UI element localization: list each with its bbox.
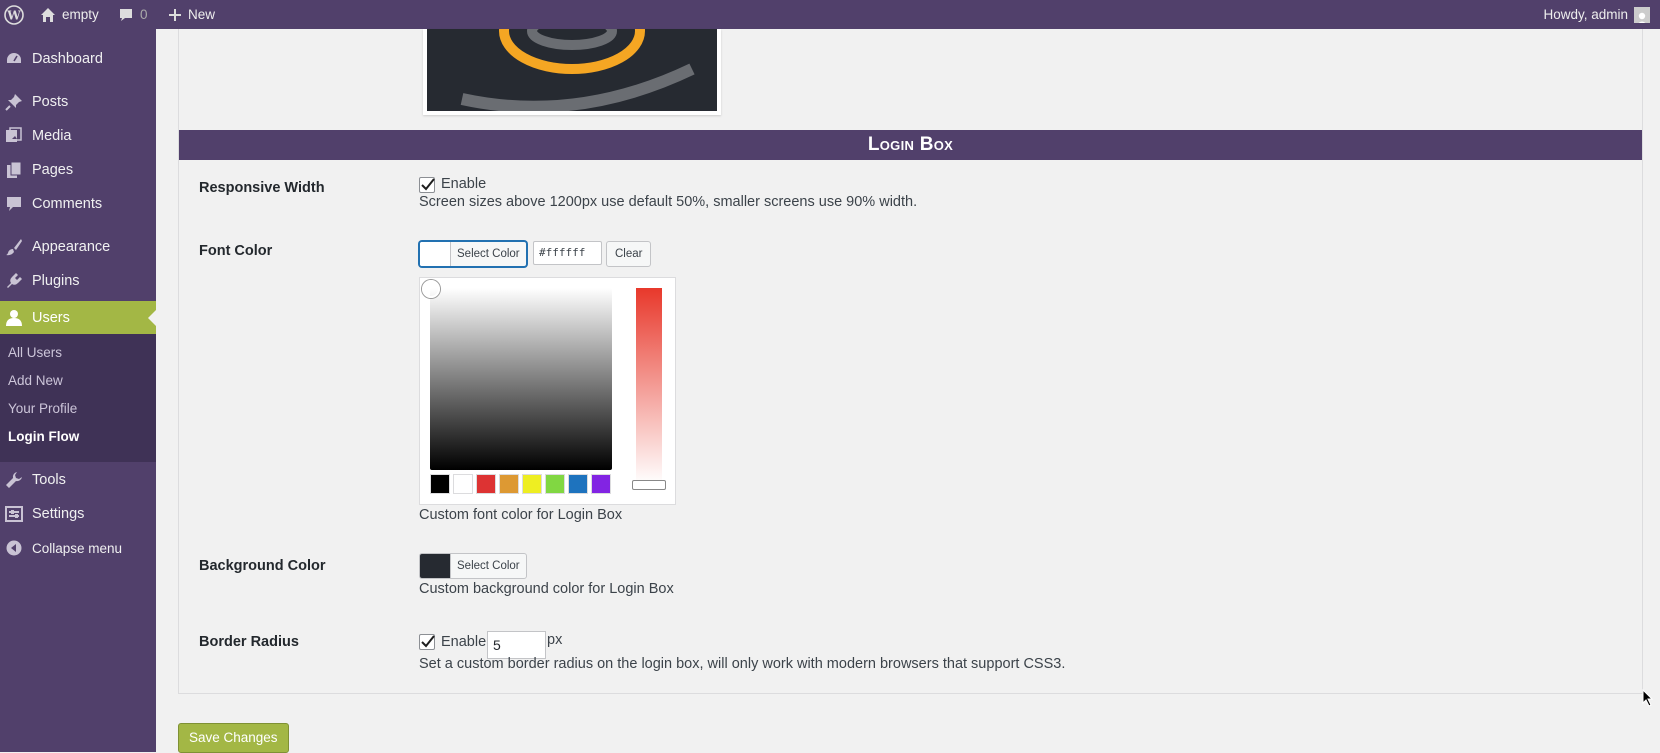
submenu-your-profile[interactable]: Your Profile	[8, 401, 77, 416]
sidebar-item-label: Dashboard	[32, 51, 103, 67]
palette-swatch-black[interactable]	[430, 474, 450, 494]
comments-link[interactable]: 0	[118, 0, 148, 29]
new-content-link[interactable]: New	[168, 0, 215, 29]
plus-icon	[169, 8, 181, 21]
border-radius-unit: px	[547, 632, 563, 648]
checkmark-icon	[421, 178, 435, 191]
font-color-description: Custom font color for Login Box	[419, 507, 623, 523]
sidebar-item-appearance[interactable]: Appearance	[0, 230, 156, 264]
collapse-icon	[6, 540, 22, 556]
admin-sidebar: Dashboard Posts Media Pages Comments App…	[0, 29, 156, 752]
border-radius-input[interactable]: 5	[487, 631, 546, 659]
sidebar-item-label: Media	[32, 128, 72, 144]
logo-preview-image	[423, 29, 721, 115]
color-picker-panel	[419, 277, 676, 505]
avatar	[1634, 6, 1650, 23]
settings-panel: Login Box Responsive Width Enable Screen…	[178, 29, 1643, 694]
palette-swatch-purple[interactable]	[591, 474, 611, 494]
svg-text:W: W	[6, 8, 21, 22]
sidebar-item-label: Users	[32, 310, 70, 326]
sidebar-item-users[interactable]: Users	[0, 301, 156, 335]
border-radius-checkbox[interactable]	[419, 634, 435, 650]
border-radius-label: Border Radius	[199, 634, 299, 650]
background-color-swatch	[420, 554, 451, 578]
sidebar-item-label: Pages	[32, 162, 74, 178]
main-content: Login Box Responsive Width Enable Screen…	[156, 29, 1660, 753]
users-submenu: All Users Add New Your Profile Login Flo…	[0, 334, 156, 462]
comment-icon	[7, 197, 21, 211]
collapse-menu-button[interactable]: Collapse menu	[0, 531, 156, 565]
font-color-label: Font Color	[199, 243, 273, 259]
border-radius-enable-label: Enable	[441, 634, 487, 650]
palette-swatch-yellow[interactable]	[522, 474, 542, 494]
sidebar-item-label: Collapse menu	[32, 540, 123, 556]
submenu-add-new[interactable]: Add New	[8, 373, 63, 388]
media-icon	[6, 127, 22, 142]
font-color-select-label: Select Color	[457, 248, 520, 260]
sidebar-item-media[interactable]: Media	[0, 119, 156, 153]
section-title-login-box: Login Box	[179, 130, 1642, 160]
border-radius-description: Set a custom border radius on the login …	[419, 656, 1066, 672]
palette-swatch-white[interactable]	[453, 474, 473, 494]
dashboard-icon	[7, 53, 21, 63]
responsive-width-label: Responsive Width	[199, 180, 325, 196]
background-color-select-label: Select Color	[457, 560, 520, 572]
hue-slider[interactable]	[636, 288, 662, 484]
brush-icon	[6, 239, 22, 256]
sidebar-item-plugins[interactable]: Plugins	[0, 264, 156, 298]
submenu-login-flow[interactable]: Login Flow	[8, 429, 79, 444]
wordpress-logo-icon[interactable]: W	[4, 0, 24, 29]
font-color-hex-input[interactable]: #ffffff	[533, 241, 602, 265]
saturation-area[interactable]	[430, 288, 612, 470]
save-changes-button[interactable]: Save Changes	[178, 723, 289, 753]
font-color-select-button[interactable]: Select Color	[419, 241, 527, 267]
submenu-all-users[interactable]: All Users	[8, 345, 62, 360]
pin-icon	[5, 94, 22, 111]
background-color-description: Custom background color for Login Box	[419, 581, 674, 597]
font-color-swatch	[420, 242, 451, 266]
pages-icon	[7, 161, 22, 178]
palette-swatch-blue[interactable]	[568, 474, 588, 494]
plugin-icon	[7, 273, 22, 288]
checkmark-icon	[421, 635, 435, 648]
background-color-label: Background Color	[199, 558, 326, 574]
sidebar-item-label: Comments	[32, 196, 103, 212]
sidebar-item-tools[interactable]: Tools	[0, 463, 156, 497]
sidebar-item-comments[interactable]: Comments	[0, 187, 156, 221]
responsive-width-description: Screen sizes above 1200px use default 50…	[419, 194, 918, 210]
responsive-width-enable-label: Enable	[441, 176, 487, 192]
wrench-icon	[6, 472, 22, 488]
sidebar-item-label: Tools	[32, 472, 66, 488]
sidebar-item-posts[interactable]: Posts	[0, 85, 156, 119]
sidebar-item-label: Settings	[32, 506, 85, 522]
saturation-handle[interactable]	[422, 280, 440, 298]
palette-swatch-green[interactable]	[545, 474, 565, 494]
home-icon	[41, 7, 55, 22]
account-menu[interactable]: Howdy, admin	[1543, 0, 1650, 29]
site-name: empty	[62, 7, 99, 22]
sidebar-item-dashboard[interactable]: Dashboard	[0, 42, 156, 76]
user-icon	[6, 310, 22, 326]
howdy-text: Howdy, admin	[1543, 7, 1628, 22]
background-color-select-button[interactable]: Select Color	[419, 553, 527, 579]
responsive-width-checkbox[interactable]	[419, 177, 435, 193]
sidebar-item-label: Plugins	[32, 273, 80, 289]
sidebar-item-settings[interactable]: Settings	[0, 497, 156, 531]
sidebar-item-label: Posts	[32, 94, 69, 110]
comment-bubble-icon	[120, 8, 132, 21]
palette-swatch-red[interactable]	[476, 474, 496, 494]
mouse-cursor-icon	[1642, 689, 1654, 707]
site-name-link[interactable]: empty	[40, 0, 99, 29]
settings-icon	[5, 506, 23, 522]
admin-bar: W empty 0 New Howdy, admin	[0, 0, 1660, 29]
new-label: New	[188, 7, 216, 22]
sidebar-item-label: Appearance	[32, 239, 111, 255]
palette-swatch-orange[interactable]	[499, 474, 519, 494]
font-color-clear-button[interactable]: Clear	[606, 241, 652, 267]
sidebar-item-pages[interactable]: Pages	[0, 153, 156, 187]
comments-count: 0	[140, 7, 148, 22]
hue-slider-handle[interactable]	[632, 480, 666, 490]
